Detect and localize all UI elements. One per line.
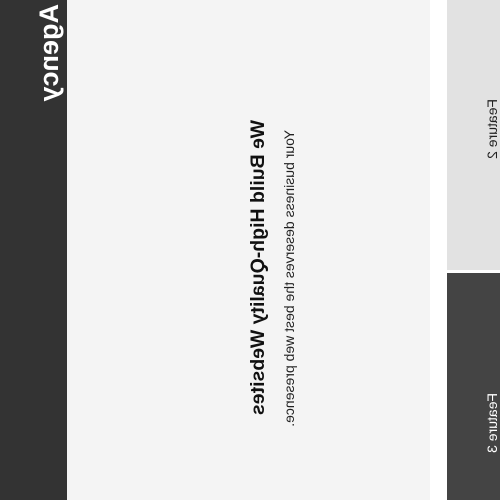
feature-card-2: Feature 2 [447,0,500,270]
page: Agency We Build High-Quality Websites Yo… [0,0,500,500]
feature-2-label: Feature 2 [484,99,500,159]
feature-card-3: Feature 3 [447,273,500,500]
hero-title: We Build High-Quality Websites [247,120,269,416]
brand-logo-text[interactable]: Agency [34,4,64,102]
hero-subtitle: Your business deserves the best web pres… [281,130,297,427]
feature-3-label: Feature 3 [484,393,500,453]
brand-strip: Agency [0,0,67,500]
column-gap [430,0,447,500]
hero-content: We Build High-Quality Websites Your busi… [222,120,297,440]
hero-section: We Build High-Quality Websites Your busi… [67,0,430,500]
